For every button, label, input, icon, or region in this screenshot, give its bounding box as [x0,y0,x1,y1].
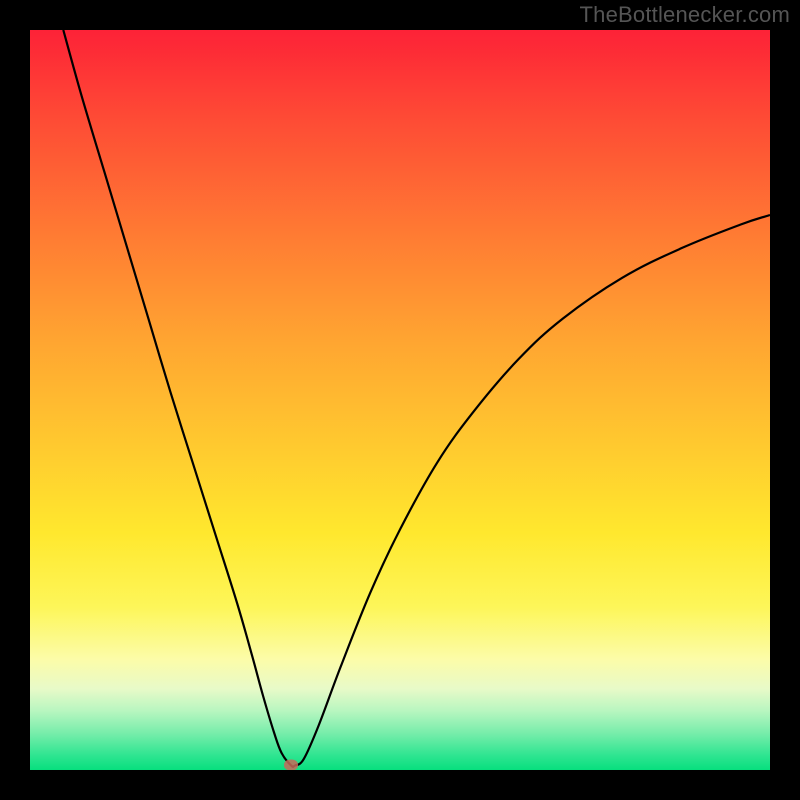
curve-svg [30,30,770,770]
watermark-text: TheBottlenecker.com [580,2,790,28]
plot-area [30,30,770,770]
bottleneck-curve [63,30,770,767]
optimum-marker [284,759,298,770]
chart-frame: TheBottlenecker.com [0,0,800,800]
